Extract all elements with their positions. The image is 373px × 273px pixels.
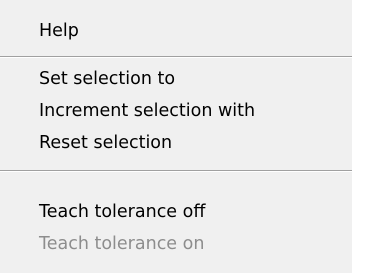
menu-item-set-selection[interactable]: Set selection to	[0, 63, 352, 95]
menu-item-teach-tolerance-off[interactable]: Teach tolerance off	[0, 196, 352, 228]
menu-separator	[0, 170, 352, 172]
context-menu: Help Set selection to Increment selectio…	[0, 0, 373, 273]
menu-item-increment-selection[interactable]: Increment selection with	[0, 95, 352, 127]
menu-separator	[0, 56, 352, 58]
menu-item-reset-selection[interactable]: Reset selection	[0, 127, 352, 159]
menu-item-teach-tolerance-on: Teach tolerance on	[39, 234, 205, 254]
menu-shadow-edge	[352, 0, 373, 273]
menu-item-help[interactable]: Help	[0, 15, 352, 47]
